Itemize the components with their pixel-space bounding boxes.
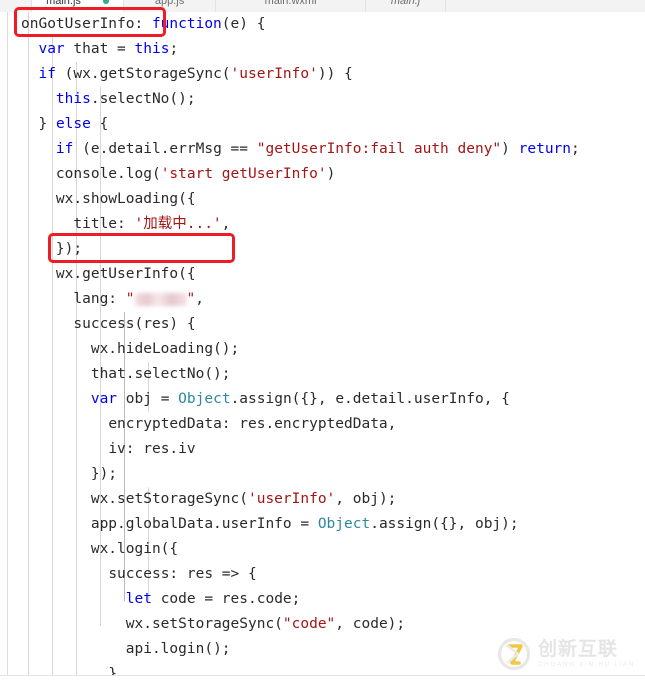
watermark-en: CHUANG XIN HU LIAN — [538, 660, 636, 668]
code-line-8[interactable]: wx.showLoading({ — [0, 187, 645, 212]
code-line-23[interactable]: success: res => { — [0, 562, 645, 587]
code-line-14[interactable]: wx.hideLoading(); — [0, 337, 645, 362]
watermark-cn: 创新互联 — [538, 637, 619, 660]
tab-label: main.js — [46, 0, 81, 7]
code-line-10[interactable]: }); — [0, 237, 645, 262]
code-line-18[interactable]: iv: res.iv — [0, 437, 645, 462]
code-line-6[interactable]: if (e.detail.errMsg == "getUserInfo:fail… — [0, 137, 645, 162]
code-line-21[interactable]: app.globalData.userInfo = Object.assign(… — [0, 512, 645, 537]
tab-app-js[interactable]: app.js — [124, 0, 217, 12]
code-line-15[interactable]: that.selectNo(); — [0, 362, 645, 387]
tab-label: app.js — [154, 0, 185, 7]
code-line-19[interactable]: }); — [0, 462, 645, 487]
tab-main-wxml[interactable]: main.wxml — [216, 0, 367, 12]
code-line-13[interactable]: success(res) { — [0, 312, 645, 337]
code-line-16[interactable]: var obj = Object.assign({}, e.detail.use… — [0, 387, 645, 412]
editor-window: main.js app.js main.wxml main.j onGotUse… — [0, 0, 645, 688]
tab-label: main.wxml — [264, 0, 317, 7]
code-line-12[interactable]: lang: " ", — [0, 287, 645, 312]
watermark: 创新互联 CHUANG XIN HU LIAN — [497, 632, 637, 676]
code-lines[interactable]: onGotUserInfo: function(e) { var that = … — [0, 12, 645, 676]
tab-gutter-spacer — [0, 0, 33, 12]
code-line-2[interactable]: var that = this; — [0, 37, 645, 62]
editor-bottom-edge — [0, 675, 645, 688]
code-line-20[interactable]: wx.setStorageSync('userInfo', obj); — [0, 487, 645, 512]
code-line-4[interactable]: this.selectNo(); — [0, 87, 645, 112]
tab-main-j[interactable]: main.j — [366, 0, 447, 12]
redacted-lang-value — [134, 292, 187, 306]
code-line-11[interactable]: wx.getUserInfo({ — [0, 262, 645, 287]
watermark-text: 创新互联 CHUANG XIN HU LIAN — [538, 637, 636, 669]
tab-label: main.j — [390, 0, 421, 7]
modified-dot-icon — [103, 0, 110, 4]
code-line-1[interactable]: onGotUserInfo: function(e) { — [0, 12, 645, 37]
code-line-22[interactable]: wx.login({ — [0, 537, 645, 562]
code-line-17[interactable]: encryptedData: res.encryptedData, — [0, 412, 645, 437]
tab-main-js[interactable]: main.js — [32, 0, 125, 12]
code-line-9[interactable]: title: '加载中...', — [0, 212, 645, 237]
code-line-7[interactable]: console.log('start getUserInfo') — [0, 162, 645, 187]
code-line-24[interactable]: let code = res.code; — [0, 587, 645, 612]
code-line-5[interactable]: } else { — [0, 112, 645, 137]
code-editor[interactable]: onGotUserInfo: function(e) { var that = … — [0, 12, 645, 676]
watermark-logo-icon — [497, 637, 531, 671]
code-line-3[interactable]: if (wx.getStorageSync('userInfo')) { — [0, 62, 645, 87]
